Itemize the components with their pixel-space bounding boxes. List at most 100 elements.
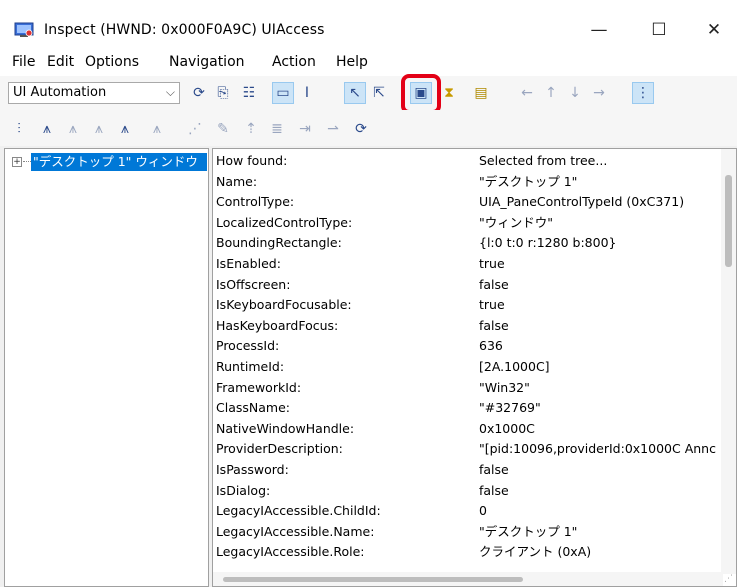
menu-file[interactable]: File xyxy=(12,54,35,70)
chevron-down-icon: ⌵ xyxy=(165,85,175,99)
property-value: true xyxy=(479,256,505,271)
property-row[interactable]: IsEnabled: true xyxy=(213,254,723,274)
menu-edit[interactable]: Edit xyxy=(47,54,74,70)
properties-pane[interactable]: How found: Selected from tree... Name: "デスク… xyxy=(212,148,737,587)
property-row[interactable]: Name: "デスクトップ 1" xyxy=(213,172,723,192)
mode-select-value: UI Automation xyxy=(13,85,107,100)
property-value: false xyxy=(479,276,509,292)
property-name: LocalizedControlType: xyxy=(216,214,353,230)
close-button[interactable]: ✕ xyxy=(691,14,737,46)
property-name: BoundingRectangle: xyxy=(216,235,342,251)
property-row[interactable]: ClassName: "#32769" xyxy=(213,398,723,418)
list-icon[interactable]: ⇥ xyxy=(294,118,316,140)
property-value: [2A.1000C] xyxy=(479,359,550,374)
property-row[interactable]: LegacyIAccessible.ChildId: 0 xyxy=(213,501,723,521)
property-row[interactable]: LegacyIAccessible.Name: "デスクトップ 1" xyxy=(213,522,723,542)
menu-options[interactable]: Options xyxy=(85,54,139,70)
property-name: LegacyIAccessible.Role: xyxy=(216,544,365,560)
property-row[interactable]: How found: Selected from tree... xyxy=(213,151,723,171)
property-row[interactable]: IsKeyboardFocusable: true xyxy=(213,295,723,315)
property-row[interactable]: RuntimeId: [2A.1000C] xyxy=(213,357,723,377)
tree-node-desktop-window[interactable]: "デスクトップ 1" ウィンドウ xyxy=(31,153,207,171)
property-row[interactable]: NativeWindowHandle: 0x1000C xyxy=(213,419,723,439)
property-value: 0 xyxy=(479,503,487,519)
mode-select[interactable]: UI Automation ⌵ xyxy=(8,82,180,104)
window-title: Inspect (HWND: 0x000F0A9C) UIAccess xyxy=(44,22,325,38)
property-value: "ウィンドウ" xyxy=(479,214,553,230)
property-row[interactable]: LocalizedControlType: "ウィンドウ" xyxy=(213,213,723,233)
property-row[interactable]: ProcessId: 636 xyxy=(213,336,723,356)
property-name: IsOffscreen: xyxy=(216,276,291,292)
property-value: false xyxy=(479,482,509,498)
list-icon[interactable]: ≣ xyxy=(266,118,288,140)
menu-action[interactable]: Action xyxy=(272,54,316,70)
property-row[interactable]: BoundingRectangle: {l:0 t:0 r:1280 b:800} xyxy=(213,233,723,253)
parent-node-icon[interactable]: ⫶ xyxy=(8,118,30,140)
tree-node-icon[interactable]: ⩚ xyxy=(146,118,168,140)
tree-node-icon[interactable]: ⩚ xyxy=(62,118,84,140)
properties-icon[interactable]: ☷ xyxy=(238,82,260,104)
property-row[interactable]: FrameworkId: "Win32" xyxy=(213,378,723,398)
property-row[interactable]: IsPassword: false xyxy=(213,460,723,480)
property-value: クライアント (0xA) xyxy=(479,544,592,560)
property-name: IsEnabled: xyxy=(216,256,281,271)
property-name: HasKeyboardFocus: xyxy=(216,317,339,333)
property-row[interactable]: IsDialog: false xyxy=(213,481,723,501)
text-cursor-icon[interactable]: I xyxy=(296,82,318,104)
property-value: {l:0 t:0 r:1280 b:800} xyxy=(479,235,617,251)
menu-bar: File Edit Options Navigation Action Help xyxy=(0,50,737,76)
menu-help[interactable]: Help xyxy=(336,54,368,70)
property-row[interactable]: HasKeyboardFocus: false xyxy=(213,316,723,336)
property-value: "Win32" xyxy=(479,379,530,395)
tree-node-icon[interactable]: ⩚ xyxy=(88,118,110,140)
tree-connector xyxy=(23,161,31,162)
property-name: Name: xyxy=(216,173,258,189)
property-row[interactable]: ProviderDescription: "[pid:10096,provider… xyxy=(213,439,723,459)
navigate-right-icon[interactable]: → xyxy=(588,82,610,104)
navigate-down-icon[interactable]: ↓ xyxy=(564,82,586,104)
caret-tracking-icon[interactable]: ▤ xyxy=(470,82,492,104)
horizontal-scroll-thumb[interactable] xyxy=(223,577,523,582)
edit-node-icon[interactable]: ✎ xyxy=(212,118,234,140)
show-highlight-rectangle-icon[interactable]: ▭ xyxy=(272,82,294,104)
tree-node-icon[interactable]: ⩚ xyxy=(114,118,136,140)
property-value: "デスクトップ 1" xyxy=(479,523,578,539)
arrow-up-list-icon[interactable]: ⇡ xyxy=(240,118,262,140)
property-row[interactable]: LegacyIAccessible.Role: クライアント (0xA) xyxy=(213,542,723,562)
watch-focus-icon[interactable]: ⇱ xyxy=(368,82,390,104)
minimize-button[interactable]: — xyxy=(576,14,622,46)
property-value: "デスクトップ 1" xyxy=(479,173,578,189)
expand-icon[interactable]: + xyxy=(12,157,22,167)
navigate-up-icon[interactable]: ↑ xyxy=(540,82,562,104)
resize-grip-icon[interactable]: ⋰ xyxy=(724,574,734,584)
property-name: NativeWindowHandle: xyxy=(216,420,355,436)
navigate-left-icon[interactable]: ← xyxy=(516,82,538,104)
property-row[interactable]: ControlType: UIA_PaneControlTypeId (0xC37… xyxy=(213,192,723,212)
horizontal-scrollbar[interactable] xyxy=(213,572,723,586)
expand-node-icon[interactable]: ⋰ xyxy=(184,118,206,140)
property-row[interactable]: IsOffscreen: false xyxy=(213,275,723,295)
property-value: "[pid:10096,providerId:0x1000C Annc xyxy=(479,441,716,457)
copy-icon[interactable]: ⎘ xyxy=(212,82,234,104)
refresh-icon[interactable]: ⟳ xyxy=(188,82,210,104)
tree-node-icon[interactable]: ⩚ xyxy=(36,118,58,140)
hourglass-icon[interactable]: ⧗ xyxy=(438,82,460,104)
property-name: ControlType: xyxy=(216,194,295,210)
forward-icon[interactable]: ⇀ xyxy=(322,118,344,140)
maximize-button[interactable]: ☐ xyxy=(636,14,682,46)
menu-navigation[interactable]: Navigation xyxy=(169,54,245,70)
property-name: RuntimeId: xyxy=(216,359,285,374)
tree-view-icon[interactable]: ⋮ xyxy=(632,82,654,104)
vertical-scrollbar[interactable] xyxy=(721,149,736,574)
property-name: LegacyIAccessible.Name: xyxy=(216,523,375,539)
element-tree[interactable]: + "デスクトップ 1" ウィンドウ xyxy=(4,148,209,587)
property-name: LegacyIAccessible.ChildId: xyxy=(216,503,381,519)
main-toolbar: UI Automation ⌵ ⟳ ⎘ ☷ ▭ I ↖ ⇱ ▣ ⧗ ▤ ← ↑ … xyxy=(0,76,737,110)
watch-cursor-icon[interactable]: ↖ xyxy=(344,82,366,104)
vertical-scroll-thumb[interactable] xyxy=(725,175,732,267)
property-name: ClassName: xyxy=(216,400,290,416)
inspect-window: Inspect (HWND: 0x000F0A9C) UIAccess — ☐ … xyxy=(0,0,737,587)
property-value: false xyxy=(479,317,509,333)
refresh-icon[interactable]: ⟳ xyxy=(350,118,372,140)
property-value: 636 xyxy=(479,338,503,354)
